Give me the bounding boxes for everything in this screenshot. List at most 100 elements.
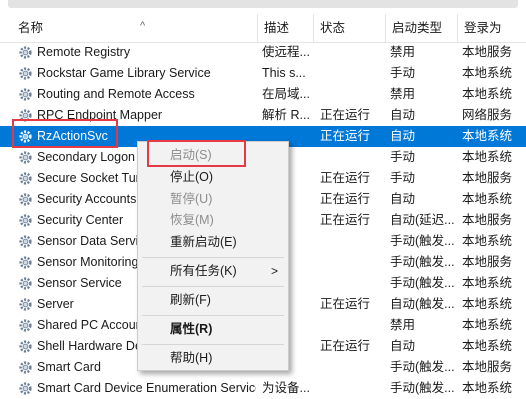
service-description: 在局域... — [262, 87, 310, 101]
service-logon: 本地系统 — [462, 318, 513, 332]
gear-icon — [19, 319, 32, 332]
service-logon: 本地服务 — [462, 255, 513, 269]
menu-item-pause[interactable]: 暂停(U) — [138, 188, 288, 210]
service-status — [320, 147, 386, 168]
menu-item-help[interactable]: 帮助(H) — [138, 347, 288, 369]
service-logon: 本地系统 — [462, 129, 513, 143]
service-startup-type: 手动(触发... — [390, 234, 455, 248]
service-startup-type: 手动(触发... — [390, 255, 455, 269]
service-name: Secondary Logon — [37, 150, 135, 164]
column-header-status-label: 状态 — [320, 21, 346, 35]
menu-item-properties[interactable]: 属性(R) — [138, 318, 288, 340]
service-status — [320, 357, 386, 378]
column-header-name[interactable]: 名称 ^ — [12, 14, 258, 42]
service-row[interactable]: Routing and Remote Access 在局域... 禁用 本地系统 — [0, 84, 526, 105]
service-status: 正在运行 — [320, 192, 371, 206]
service-startup-type: 自动(延迟... — [390, 213, 455, 227]
service-startup-type: 禁用 — [390, 318, 416, 332]
gear-icon — [19, 214, 32, 227]
menu-item-resume[interactable]: 恢复(M) — [138, 209, 288, 231]
gear-icon — [19, 151, 32, 164]
menu-item-stop[interactable]: 停止(O) — [138, 166, 288, 188]
service-name: Sensor Service — [37, 276, 122, 290]
service-status — [320, 315, 386, 336]
horizontal-scrollbar[interactable] — [8, 0, 518, 8]
service-name: Server — [37, 297, 74, 311]
service-description: 使远程... — [262, 45, 310, 59]
service-startup-type: 自动 — [390, 129, 416, 143]
service-status — [320, 63, 386, 84]
gear-icon — [19, 277, 32, 290]
service-status — [320, 273, 386, 294]
highlight-box-selected-service — [12, 119, 118, 148]
service-logon: 本地系统 — [462, 234, 513, 248]
service-logon: 本地服务 — [462, 213, 513, 227]
column-header-logon-as[interactable]: 登录为 — [458, 14, 526, 42]
menu-item-restart[interactable]: 重新启动(E) — [138, 231, 288, 253]
gear-icon — [19, 382, 32, 395]
menu-separator — [142, 315, 284, 316]
service-logon: 本地服务 — [462, 171, 513, 185]
menu-item-refresh[interactable]: 刷新(F) — [138, 289, 288, 311]
gear-icon — [19, 298, 32, 311]
column-header-startup-type-label: 启动类型 — [392, 21, 443, 35]
gear-icon — [19, 172, 32, 185]
service-startup-type: 手动(触发... — [390, 360, 455, 374]
gear-icon — [19, 361, 32, 374]
service-row[interactable]: Remote Registry 使远程... 禁用 本地服务 — [0, 42, 526, 63]
menu-item-all-tasks[interactable]: 所有任务(K) > — [138, 260, 288, 282]
service-description: 为设备... — [262, 381, 310, 395]
toolbar-area — [0, 0, 526, 14]
service-name: Smart Card — [37, 360, 101, 374]
highlight-box-start-item — [147, 140, 246, 167]
gear-icon — [19, 193, 32, 206]
service-logon: 本地系统 — [462, 66, 513, 80]
service-startup-type: 禁用 — [390, 45, 416, 59]
column-header-description[interactable]: 描述 — [258, 14, 314, 42]
service-startup-type: 手动 — [390, 171, 416, 185]
service-logon: 本地系统 — [462, 192, 513, 206]
menu-separator — [142, 344, 284, 345]
menu-separator — [142, 257, 284, 258]
column-header-description-label: 描述 — [264, 21, 290, 35]
sort-arrow-icon: ^ — [140, 20, 146, 32]
service-logon: 本地系统 — [462, 150, 513, 164]
context-menu: 启动(S) 停止(O) 暂停(U) 恢复(M) 重新启动(E) 所有任务(K) … — [137, 141, 289, 371]
service-description: 解析 R... — [262, 108, 310, 122]
service-logon: 本地系统 — [462, 381, 513, 395]
service-row[interactable]: Smart Card Device Enumeration Service 为设… — [0, 378, 526, 399]
service-status: 正在运行 — [320, 339, 371, 353]
service-startup-type: 自动 — [390, 108, 416, 122]
service-logon: 本地系统 — [462, 339, 513, 353]
service-name: Routing and Remote Access — [37, 87, 195, 101]
menu-separator — [142, 286, 284, 287]
service-startup-type: 手动(触发... — [390, 381, 455, 395]
column-header-logon-as-label: 登录为 — [464, 21, 502, 35]
service-status — [320, 231, 386, 252]
service-status: 正在运行 — [320, 213, 371, 227]
service-name: Smart Card Device Enumeration Service — [37, 381, 256, 395]
column-header-startup-type[interactable]: 启动类型 — [386, 14, 458, 42]
menu-item-all-tasks-label: 所有任务(K) — [170, 264, 237, 278]
gear-icon — [19, 88, 32, 101]
service-row[interactable]: Rockstar Game Library Service This s... … — [0, 63, 526, 84]
service-logon: 本地服务 — [462, 360, 513, 374]
service-startup-type: 禁用 — [390, 87, 416, 101]
gear-icon — [19, 235, 32, 248]
column-header-row: 名称 ^ 描述 状态 启动类型 登录为 — [0, 14, 526, 43]
service-startup-type: 手动 — [390, 66, 416, 80]
service-status: 正在运行 — [320, 297, 371, 311]
column-header-status[interactable]: 状态 — [314, 14, 386, 42]
service-description: This s... — [262, 66, 306, 80]
service-name: Security Center — [37, 213, 124, 227]
submenu-arrow-icon: > — [270, 264, 278, 278]
gear-icon — [19, 67, 32, 80]
column-header-name-label: 名称 — [18, 21, 44, 35]
service-status: 正在运行 — [320, 108, 371, 122]
gear-icon — [19, 256, 32, 269]
service-name: Remote Registry — [37, 45, 131, 59]
service-logon: 本地系统 — [462, 276, 513, 290]
service-logon: 本地系统 — [462, 87, 513, 101]
service-startup-type: 手动(触发... — [390, 276, 455, 290]
service-status — [320, 252, 386, 273]
